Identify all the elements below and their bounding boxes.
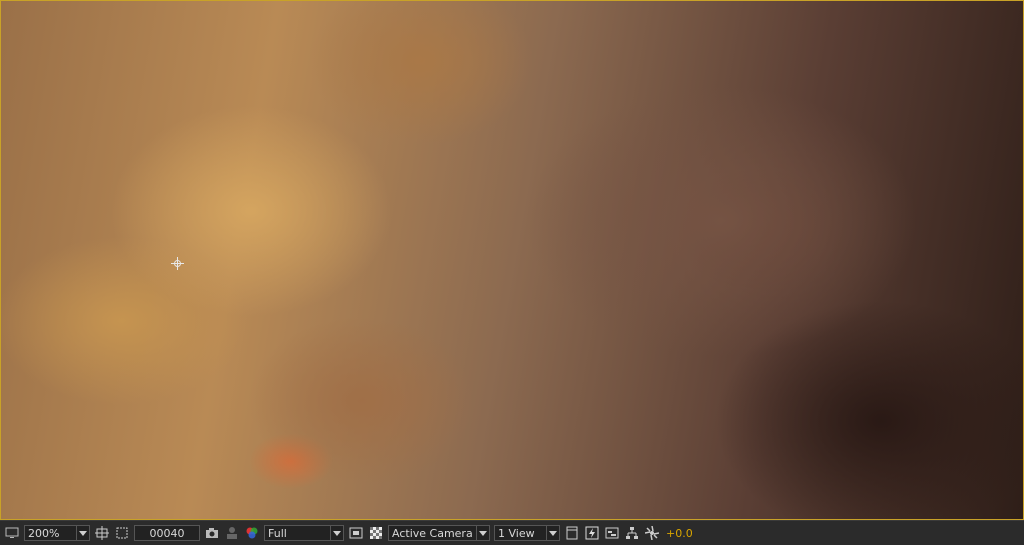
camera-value: Active Camera	[392, 526, 473, 540]
timeline-icon[interactable]	[604, 525, 620, 541]
timecode-value: 00040	[149, 526, 185, 540]
fast-previews-icon[interactable]	[348, 525, 364, 541]
monitor-icon[interactable]	[4, 525, 20, 541]
magnification-dropdown[interactable]: 200%	[24, 525, 90, 541]
show-snapshot-icon[interactable]	[224, 525, 240, 541]
viewer-status-bar: 200% 00040 Full Active Camera 1 View +0.…	[0, 520, 1024, 545]
reset-exposure-icon[interactable]	[644, 525, 660, 541]
chevron-down-icon	[76, 526, 89, 540]
chevron-down-icon	[330, 526, 343, 540]
fit-frame-icon[interactable]	[94, 525, 110, 541]
resolution-value: Full	[268, 526, 287, 540]
current-time-field[interactable]: 00040	[134, 525, 200, 541]
region-of-interest-icon[interactable]	[114, 525, 130, 541]
anchor-point-crosshair-icon	[171, 257, 184, 270]
toggle-pixel-aspect-icon[interactable]	[564, 525, 580, 541]
chevron-down-icon	[476, 526, 489, 540]
camera-dropdown[interactable]: Active Camera	[388, 525, 490, 541]
chevron-down-icon	[546, 526, 559, 540]
flowchart-icon[interactable]	[624, 525, 640, 541]
composition-viewer[interactable]	[0, 0, 1024, 520]
exposure-value[interactable]: +0.0	[666, 527, 693, 540]
view-layout-dropdown[interactable]: 1 View	[494, 525, 560, 541]
magnification-value: 200%	[28, 526, 60, 540]
camera-snapshot-icon[interactable]	[204, 525, 220, 541]
resolution-dropdown[interactable]: Full	[264, 525, 344, 541]
color-channel-icon[interactable]	[244, 525, 260, 541]
fast-draft-icon[interactable]	[584, 525, 600, 541]
transparency-grid-icon[interactable]	[368, 525, 384, 541]
view-layout-value: 1 View	[498, 526, 535, 540]
